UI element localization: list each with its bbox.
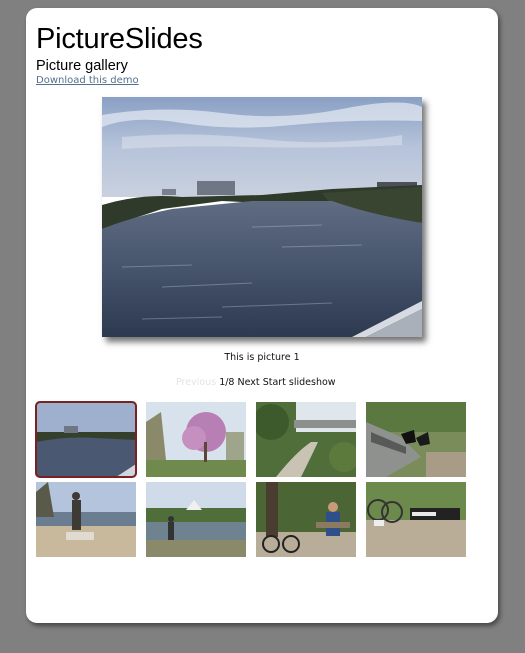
page-subtitle: Picture gallery xyxy=(36,58,128,74)
previous-button[interactable]: Previous xyxy=(176,377,216,388)
next-button[interactable]: Next xyxy=(238,377,260,388)
thumbnail-bridge-path[interactable] xyxy=(256,402,356,477)
slideshow-nav: Previous 1/8 Next Start slideshow xyxy=(176,377,336,388)
thumbnail-bench-boots[interactable] xyxy=(366,402,466,477)
page-title: PictureSlides xyxy=(36,23,203,55)
thumbnail-cyclist-bench[interactable] xyxy=(256,482,356,557)
thumbnail-blossom-tree[interactable] xyxy=(146,402,246,477)
photo-caption: This is picture 1 xyxy=(224,352,300,363)
download-demo-link[interactable]: Download this demo xyxy=(36,76,139,86)
start-slideshow-button[interactable]: Start slideshow xyxy=(263,377,336,388)
river-photo-image xyxy=(102,97,422,337)
thumbnail-bike-rack[interactable] xyxy=(366,482,466,557)
thumbnail-statue-lake[interactable] xyxy=(36,482,136,557)
thumbnail-river-view[interactable] xyxy=(35,401,137,478)
thumbnail-fountain-park[interactable] xyxy=(146,482,246,557)
slide-counter: 1/8 xyxy=(219,377,235,388)
gallery-card: PictureSlides Picture gallery Download t… xyxy=(26,8,498,623)
main-photo xyxy=(102,97,422,337)
